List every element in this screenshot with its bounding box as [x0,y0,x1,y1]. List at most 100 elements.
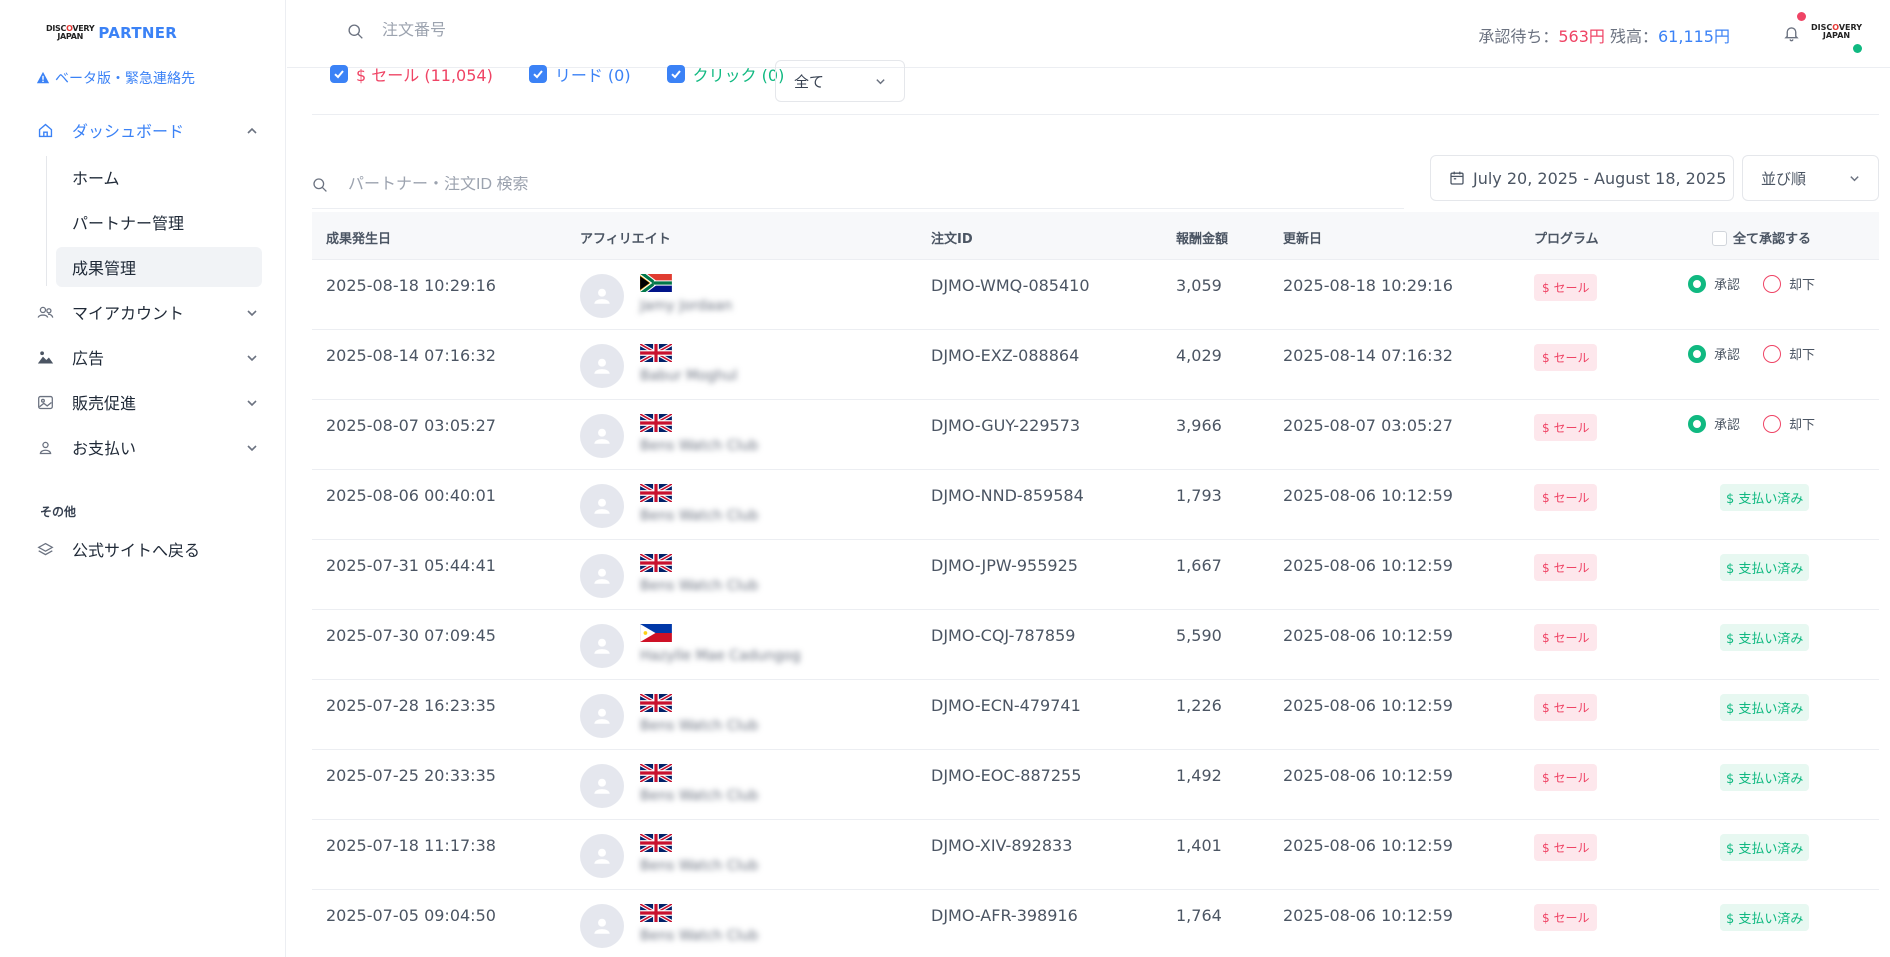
nav-back-to-site[interactable]: 公式サイトへ戻る [36,529,266,569]
program-badge: $ セール [1534,764,1598,791]
table-row[interactable]: 2025-07-05 09:04:50 Bens Watch Club DJMO-A… [312,890,1879,957]
chevron-down-icon [246,439,258,458]
nav-ads[interactable]: 広告 [36,337,266,377]
filter-click[interactable]: クリック (0) [666,62,784,86]
filter-sale[interactable]: $ セール (11,054) [330,62,493,86]
bell-icon[interactable] [1783,24,1800,46]
table-row[interactable]: 2025-08-14 07:16:32 Babur Moghul DJMO-EXZ-… [312,330,1879,400]
affiliate-name[interactable]: Babur Moghul [640,368,737,384]
flag-uk-icon [639,762,673,784]
table-row[interactable]: 2025-07-18 11:17:38 Bens Watch Club DJMO-X… [312,820,1879,890]
table-row[interactable]: 2025-07-31 05:44:41 Bens Watch Club DJMO-J… [312,540,1879,610]
col-amount[interactable]: 報酬金額 [1176,228,1228,247]
type-select[interactable]: 全て [775,60,905,102]
nav-sub-results[interactable]: 成果管理 [56,247,262,287]
cell-order-id: DJMO-JPW-955925 [931,556,1078,575]
nav-dashboard[interactable]: ダッシュボード [36,110,266,150]
affiliate-name[interactable]: Bens Watch Club [640,858,758,874]
cell-date: 2025-07-31 05:44:41 [326,556,496,575]
col-order-id[interactable]: 注文ID [931,228,973,247]
approve-all-checkbox[interactable] [1712,231,1727,246]
program-badge: $ セール [1534,694,1598,721]
account-avatar[interactable]: DISCOVERY JAPAN [1811,24,1862,40]
approve-radio[interactable]: 承認 [1688,414,1740,433]
cell-date: 2025-08-07 03:05:27 [326,416,496,435]
beta-notice-link[interactable]: ベータ版・緊急連絡先 [36,68,195,88]
approve-label: 承認 [1714,418,1741,433]
cell-date: 2025-08-14 07:16:32 [326,346,496,365]
cell-date: 2025-07-30 07:09:45 [326,626,496,645]
search-icon [348,23,363,39]
affiliate-name[interactable]: Bens Watch Club [640,508,758,524]
nav-promotion[interactable]: 販売促進 [36,382,266,422]
reject-label: 却下 [1789,348,1816,363]
affiliate-name[interactable]: Bens Watch Club [640,788,758,804]
sort-select[interactable]: 並び順 [1742,155,1879,201]
nav-sub-results-label: 成果管理 [72,259,137,278]
beta-notice-label: ベータ版・緊急連絡先 [55,71,195,87]
table-row[interactable]: 2025-07-28 16:23:35 Bens Watch Club DJMO-E… [312,680,1879,750]
table-row[interactable]: 2025-08-18 10:29:16 Jamy Jordaan DJMO-WMQ-… [312,260,1879,330]
chevron-down-icon [246,304,258,323]
col-date[interactable]: 成果発生日 [326,228,391,247]
table-row[interactable]: 2025-08-06 00:40:01 Bens Watch Club DJMO-N… [312,470,1879,540]
nav-my-account-label: マイアカウント [72,304,185,323]
table-search [312,176,648,194]
flag-uk-icon [639,692,673,714]
cell-updated: 2025-08-07 03:05:27 [1283,416,1453,435]
cell-amount: 1,401 [1176,836,1222,855]
affiliate-name[interactable]: Bens Watch Club [640,718,758,734]
cell-amount: 3,059 [1176,276,1222,295]
sort-select-label: 並び順 [1761,169,1807,188]
cell-updated: 2025-08-06 10:12:59 [1283,906,1453,925]
order-search-input[interactable] [382,22,622,40]
affiliate-name[interactable]: Bens Watch Club [640,928,758,944]
table-row[interactable]: 2025-08-07 03:05:27 Bens Watch Club DJMO-G… [312,400,1879,470]
cell-amount: 1,764 [1176,906,1222,925]
table-search-input[interactable] [348,176,648,194]
nav-payments[interactable]: お支払い [36,427,266,467]
approve-radio[interactable]: 承認 [1688,344,1740,363]
chevron-down-icon [1850,175,1859,181]
col-affiliate[interactable]: アフィリエイト [580,228,671,247]
affiliate-name[interactable]: Bens Watch Club [640,578,758,594]
pending-label: 承認待ち： [1478,27,1559,46]
nav-promotion-label: 販売促進 [72,394,137,413]
reject-label: 却下 [1789,278,1816,293]
filter-lead[interactable]: リード (0) [528,62,631,86]
paid-badge: $ 支払い済み [1720,484,1810,511]
cell-order-id: DJMO-AFR-398916 [931,906,1078,925]
nav-sub-partners[interactable]: パートナー管理 [56,202,262,242]
logo-mark: DISCOVERY JAPAN [46,24,95,41]
table-row[interactable]: 2025-07-30 07:09:45 Hazylle Mae Cadungog D… [312,610,1879,680]
date-range-picker[interactable]: July 20, 2025 - August 18, 2025 [1430,155,1734,201]
radio-selected-icon [1688,344,1706,363]
brand-logo[interactable]: DISCOVERY JAPAN PARTNER [46,24,177,42]
reject-radio[interactable]: 却下 [1763,344,1815,363]
nav-my-account[interactable]: マイアカウント [36,292,266,332]
affiliate-name[interactable]: Bens Watch Club [640,438,758,454]
checkbox-checked-icon [528,65,547,83]
cell-date: 2025-07-25 20:33:35 [326,766,496,785]
approve-all[interactable]: 全て承認する [1712,228,1811,247]
radio-unselected-icon [1763,344,1781,363]
program-badge: $ セール [1534,834,1598,861]
cell-date: 2025-07-18 11:17:38 [326,836,496,855]
cell-updated: 2025-08-18 10:29:16 [1283,276,1453,295]
cell-updated: 2025-08-06 10:12:59 [1283,696,1453,715]
col-program[interactable]: プログラム [1534,228,1599,247]
affiliate-name[interactable]: Hazylle Mae Cadungog [640,648,801,664]
nav-sub-home[interactable]: ホーム [56,157,262,197]
affiliate-name[interactable]: Jamy Jordaan [640,298,732,314]
approve-radio[interactable]: 承認 [1688,274,1740,293]
reject-radio[interactable]: 却下 [1763,414,1815,433]
type-filters: $ セール (11,054) リード (0) クリック (0) [330,62,820,86]
cell-date: 2025-07-05 09:04:50 [326,906,496,925]
table-row[interactable]: 2025-07-25 20:33:35 Bens Watch Club DJMO-E… [312,750,1879,820]
reject-radio[interactable]: 却下 [1763,274,1815,293]
radio-selected-icon [1688,274,1706,293]
chevron-down-icon [246,394,258,413]
radio-unselected-icon [1763,414,1781,433]
col-updated[interactable]: 更新日 [1283,228,1322,247]
filter-sale-label: $ セール (11,054) [356,66,493,85]
